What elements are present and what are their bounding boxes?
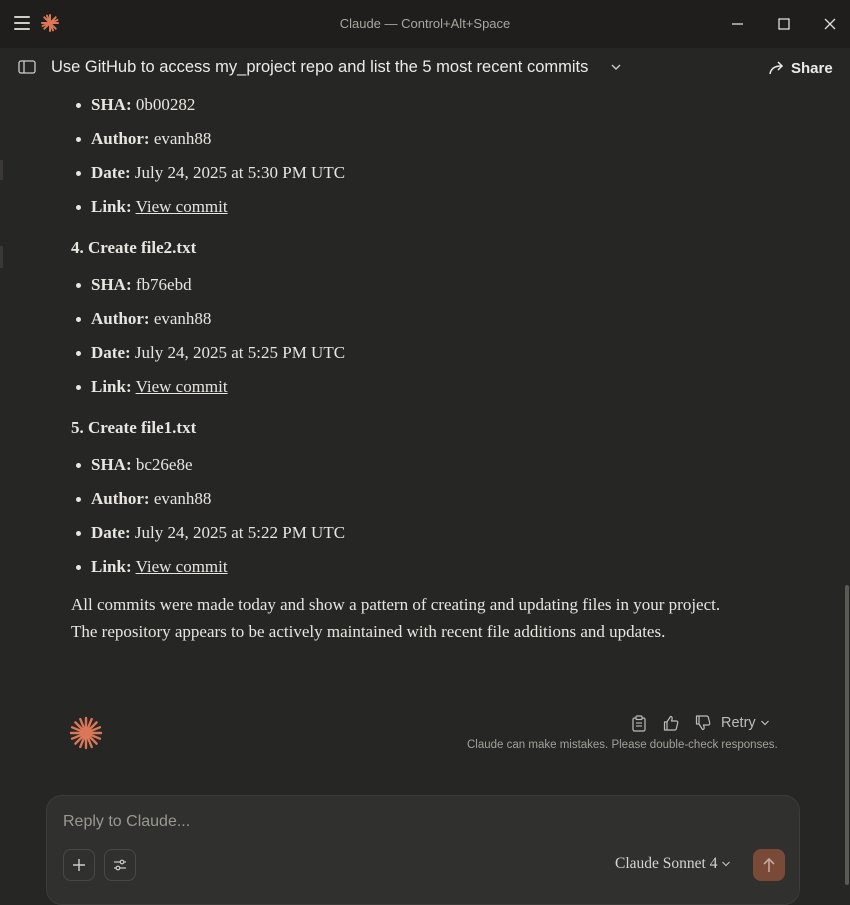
list-item: Link: View commit (71, 190, 731, 224)
view-commit-link[interactable]: View commit (136, 197, 228, 216)
link-label: Link: (91, 557, 132, 576)
commit-heading: 4. Create file2.txt (71, 238, 197, 257)
minimize-icon[interactable] (726, 12, 750, 36)
sha-value: fb76ebd (135, 275, 192, 294)
date-value: July 24, 2025 at 5:30 PM UTC (134, 163, 346, 182)
view-commit-link[interactable]: View commit (136, 377, 228, 396)
author-value: evanh88 (153, 129, 212, 148)
sha-label: SHA: (91, 275, 132, 294)
date-label: Date: (91, 523, 131, 542)
copy-button[interactable] (623, 712, 655, 734)
maximize-icon[interactable] (772, 12, 796, 36)
list-item: Author: evanh88 (71, 122, 731, 156)
composer: Reply to Claude... Claude Sonnet 4 (46, 795, 800, 905)
author-label: Author: (91, 489, 150, 508)
reply-input[interactable]: Reply to Claude... (63, 813, 663, 831)
commit-details-list: SHA: 0b00282 Author: evanh88 Date: July … (71, 88, 731, 224)
list-item: SHA: 0b00282 (71, 88, 731, 122)
list-item: Date: July 24, 2025 at 5:30 PM UTC (71, 156, 731, 190)
copy-icon (632, 714, 646, 732)
close-icon[interactable] (818, 12, 842, 36)
date-value: July 24, 2025 at 5:25 PM UTC (134, 343, 346, 362)
chevron-down-icon[interactable] (610, 62, 622, 72)
author-label: Author: (91, 129, 150, 148)
tools-button[interactable] (104, 849, 136, 881)
thumbs-up-icon (663, 715, 679, 731)
plus-icon (73, 859, 85, 871)
share-icon (769, 61, 784, 75)
title-bar: Claude — Control+Alt+Space (0, 0, 850, 48)
conversation-header: Use GitHub to access my_project repo and… (0, 48, 850, 88)
list-item: Author: evanh88 (71, 302, 731, 336)
claude-spark-icon (69, 716, 103, 750)
response-footer: Retry Claude can make mistakes. Please d… (0, 700, 850, 770)
share-label: Share (791, 59, 833, 77)
link-label: Link: (91, 377, 132, 396)
view-commit-link[interactable]: View commit (136, 557, 228, 576)
chevron-down-icon (760, 720, 769, 726)
send-button[interactable] (753, 849, 785, 881)
commit-details-list: SHA: fb76ebd Author: evanh88 Date: July … (71, 268, 731, 404)
window-edge (0, 160, 3, 180)
disclaimer-text: Claude can make mistakes. Please double-… (467, 739, 778, 751)
author-label: Author: (91, 309, 150, 328)
list-item: Author: evanh88 (71, 482, 731, 516)
list-item: Link: View commit (71, 370, 731, 404)
sha-value: bc26e8e (135, 455, 193, 474)
arrow-up-icon (763, 857, 775, 872)
settings-sliders-icon (114, 859, 126, 871)
window-title: Claude — Control+Alt+Space (339, 16, 511, 31)
commit-heading: 5. Create file1.txt (71, 418, 197, 437)
date-label: Date: (91, 343, 131, 362)
summary-paragraph: All commits were made today and show a p… (71, 595, 721, 641)
sha-label: SHA: (91, 455, 132, 474)
thumbs-up-button[interactable] (655, 712, 687, 734)
author-value: evanh88 (153, 489, 212, 508)
date-value: July 24, 2025 at 5:22 PM UTC (134, 523, 346, 542)
sidebar-toggle-icon[interactable] (18, 59, 36, 75)
model-label: Claude Sonnet 4 (615, 855, 718, 872)
list-item: Date: July 24, 2025 at 5:22 PM UTC (71, 516, 731, 550)
author-value: evanh88 (153, 309, 212, 328)
sha-value: 0b00282 (135, 95, 196, 114)
model-selector[interactable]: Claude Sonnet 4 (615, 855, 731, 873)
add-attachment-button[interactable] (63, 849, 95, 881)
chevron-down-icon (722, 861, 731, 867)
share-button[interactable]: Share (768, 57, 833, 79)
response-actions: Retry (623, 712, 770, 734)
window-edge (0, 246, 3, 268)
assistant-message: SHA: 0b00282 Author: evanh88 Date: July … (71, 88, 731, 645)
list-item: SHA: bc26e8e (71, 448, 731, 482)
retry-button[interactable]: Retry (721, 715, 770, 731)
list-item: SHA: fb76ebd (71, 268, 731, 302)
thumbs-down-button[interactable] (687, 712, 719, 734)
commit-details-list: SHA: bc26e8e Author: evanh88 Date: July … (71, 448, 731, 584)
sha-label: SHA: (91, 95, 132, 114)
list-item: Date: July 24, 2025 at 5:25 PM UTC (71, 336, 731, 370)
conversation-title[interactable]: Use GitHub to access my_project repo and… (51, 58, 588, 77)
retry-label: Retry (721, 715, 756, 731)
link-label: Link: (91, 197, 132, 216)
list-item: Link: View commit (71, 550, 731, 584)
thumbs-down-icon (695, 715, 711, 731)
date-label: Date: (91, 163, 131, 182)
